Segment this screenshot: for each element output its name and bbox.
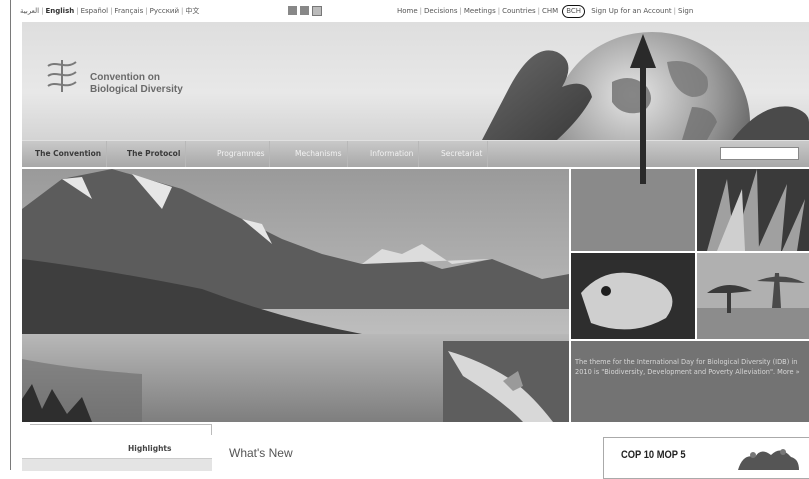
savanna-tile[interactable] bbox=[697, 253, 809, 339]
language-spanish[interactable]: Español bbox=[81, 7, 108, 15]
nav-the-convention[interactable]: The Convention bbox=[30, 141, 108, 167]
logo-line-2: Biological Diversity bbox=[90, 84, 183, 95]
link-decisions[interactable]: Decisions bbox=[424, 7, 457, 15]
utility-icons bbox=[288, 6, 325, 16]
top-bar: العربية | English | Español | Français | Русский… bbox=[12, 0, 809, 22]
cbd-logo-icon[interactable] bbox=[44, 56, 80, 94]
fish-tile[interactable] bbox=[571, 253, 695, 339]
header-banner: Convention on Biological Diversity bbox=[22, 22, 809, 140]
print-icon[interactable] bbox=[288, 6, 297, 15]
cop-mop-title: COP 10 MOP 5 bbox=[621, 449, 686, 461]
page-left-border bbox=[10, 0, 11, 470]
page: العربية | English | Español | Français | Русский… bbox=[0, 0, 809, 479]
language-selector: العربية | English | Español | Français | Русский… bbox=[20, 0, 199, 22]
nav-secretariat[interactable]: Secretariat bbox=[436, 141, 489, 167]
theme-panel[interactable] bbox=[571, 341, 809, 422]
language-arabic[interactable]: العربية bbox=[20, 7, 39, 15]
nav-programmes[interactable]: Programmes bbox=[212, 141, 271, 167]
language-russian[interactable]: Русский bbox=[150, 7, 179, 15]
link-chm[interactable]: CHM bbox=[542, 7, 558, 15]
nav-information[interactable]: Information bbox=[365, 141, 420, 167]
nav-the-protocol[interactable]: The Protocol bbox=[122, 141, 187, 167]
logo-text[interactable]: Convention on Biological Diversity bbox=[90, 72, 183, 96]
tab-highlights[interactable]: Highlights bbox=[128, 444, 171, 453]
language-chinese[interactable]: 中文 bbox=[185, 7, 199, 15]
annotation-arrow bbox=[630, 34, 656, 184]
rss-icon[interactable] bbox=[312, 6, 322, 16]
plant-tile[interactable] bbox=[697, 169, 809, 251]
bookmark-icon[interactable] bbox=[300, 6, 309, 15]
top-links: Home | Decisions | Meetings | Countries | CHM BCH… bbox=[397, 0, 693, 22]
language-english[interactable]: English bbox=[46, 7, 75, 15]
link-bch[interactable]: BCH bbox=[562, 5, 586, 18]
link-home[interactable]: Home bbox=[397, 7, 418, 15]
idb-theme-text[interactable]: The theme for the International Day for … bbox=[575, 357, 803, 377]
link-countries[interactable]: Countries bbox=[502, 7, 536, 15]
whats-new-heading: What's New bbox=[229, 446, 293, 460]
sidebar-box bbox=[22, 458, 212, 471]
cop-animals-icon bbox=[738, 449, 799, 470]
logo-line-1: Convention on bbox=[90, 72, 160, 83]
link-sign-in[interactable]: Sign bbox=[678, 7, 693, 15]
search-input[interactable] bbox=[720, 147, 799, 160]
sidebar-tab-frame bbox=[30, 424, 212, 435]
language-french[interactable]: Français bbox=[114, 7, 143, 15]
hero-mosaic bbox=[22, 169, 809, 422]
link-meetings[interactable]: Meetings bbox=[464, 7, 496, 15]
main-nav: The Convention The Protocol Programmes M… bbox=[22, 140, 809, 167]
link-sign-up[interactable]: Sign Up for an Account bbox=[591, 7, 671, 15]
lizard-tile[interactable] bbox=[443, 341, 569, 422]
nav-mechanisms[interactable]: Mechanisms bbox=[290, 141, 348, 167]
